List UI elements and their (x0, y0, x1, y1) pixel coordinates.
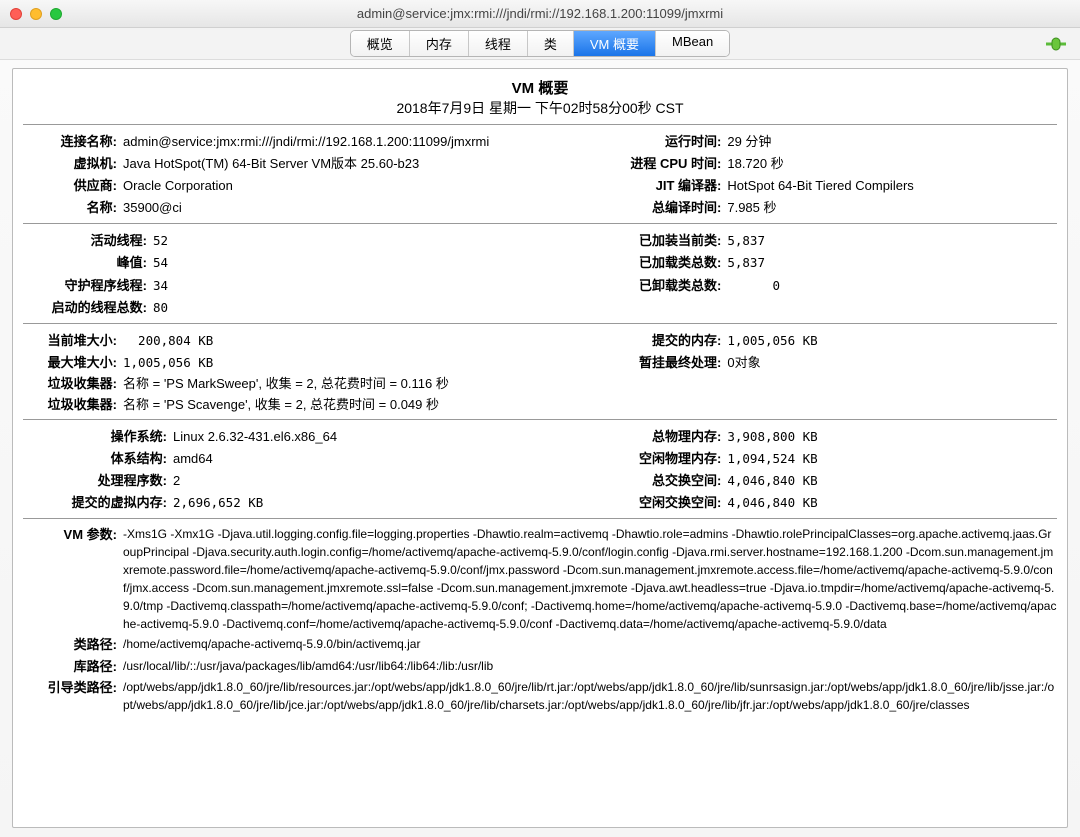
value-peak: 54 (153, 252, 581, 273)
value-swap: 4,046,840 KB (727, 470, 1057, 491)
label-pending-final: 暂挂最终处理: (597, 352, 727, 374)
value-uptime: 29 分钟 (727, 131, 1057, 153)
value-free-phys: 1,094,524 KB (727, 448, 1057, 469)
value-boot-classpath: /opt/webs/app/jdk1.8.0_60/jre/lib/resour… (123, 678, 1057, 714)
value-unloaded: 0 (727, 275, 1057, 296)
label-gc1: 垃圾收集器: (23, 374, 123, 394)
label-heap: 当前堆大小: (23, 330, 123, 352)
value-free-swap: 4,046,840 KB (727, 492, 1057, 513)
page-datetime: 2018年7月9日 星期一 下午02时58分00秒 CST (23, 98, 1057, 118)
window-title: admin@service:jmx:rmi:///jndi/rmi://192.… (0, 6, 1080, 21)
content-panel: VM 概要 2018年7月9日 星期一 下午02时58分00秒 CST 连接名称… (12, 68, 1068, 828)
divider (23, 323, 1057, 324)
label-processors: 处理程序数: (23, 470, 173, 492)
value-os: Linux 2.6.32-431.el6.x86_64 (173, 426, 581, 448)
label-classpath: 类路径: (23, 635, 123, 655)
value-committed-vmem: 2,696,652 KB (173, 492, 581, 513)
value-process-cpu: 18.720 秒 (727, 153, 1057, 175)
value-classpath: /home/activemq/apache-activemq-5.9.0/bin… (123, 635, 1057, 655)
label-vm: 虚拟机: (23, 153, 123, 175)
label-free-swap: 空闲交换空间: (597, 492, 727, 514)
label-compile-time: 总编译时间: (597, 197, 727, 219)
label-free-phys: 空闲物理内存: (597, 448, 727, 470)
label-connection-name: 连接名称: (23, 131, 123, 153)
divider (23, 223, 1057, 224)
value-gc2: 名称 = 'PS Scavenge', 收集 = 2, 总花费时间 = 0.04… (123, 395, 1057, 415)
divider (23, 124, 1057, 125)
value-live-threads: 52 (153, 230, 581, 251)
value-libpath: /usr/local/lib/::/usr/java/packages/lib/… (123, 657, 1057, 677)
tab-group: 概览 内存 线程 类 VM 概要 MBean (350, 30, 730, 57)
label-os: 操作系统: (23, 426, 173, 448)
label-committed-vmem: 提交的虚拟内存: (23, 492, 173, 514)
label-total-started: 启动的线程总数: (23, 297, 153, 319)
tab-overview[interactable]: 概览 (351, 31, 410, 56)
label-committed-mem: 提交的内存: (597, 330, 727, 352)
value-max-heap: 1,005,056 KB (123, 352, 581, 373)
section-memory: 当前堆大小: 200,804 KB 最大堆大小:1,005,056 KB 提交的… (23, 330, 1057, 374)
label-gc2: 垃圾收集器: (23, 395, 123, 415)
label-arch: 体系结构: (23, 448, 173, 470)
value-processors: 2 (173, 470, 581, 492)
page-title: VM 概要 (23, 77, 1057, 98)
value-arch: amd64 (173, 448, 581, 470)
value-compile-time: 7.985 秒 (727, 197, 1057, 219)
label-process-cpu: 进程 CPU 时间: (597, 153, 727, 175)
label-swap: 总交换空间: (597, 470, 727, 492)
value-vm-args: -Xms1G -Xmx1G -Djava.util.logging.config… (123, 525, 1057, 633)
value-loaded-classes: 5,837 (727, 230, 1057, 251)
value-vendor: Oracle Corporation (123, 175, 581, 197)
value-daemon: 34 (153, 275, 581, 296)
tab-classes[interactable]: 类 (528, 31, 574, 56)
label-uptime: 运行时间: (597, 131, 727, 153)
label-loaded-classes: 已加装当前类: (597, 230, 727, 252)
value-gc1: 名称 = 'PS MarkSweep', 收集 = 2, 总花费时间 = 0.1… (123, 374, 1057, 394)
label-max-heap: 最大堆大小: (23, 352, 123, 374)
value-phys-mem: 3,908,800 KB (727, 426, 1057, 447)
connection-status-icon[interactable] (1044, 32, 1068, 56)
label-daemon: 守护程序线程: (23, 275, 153, 297)
value-jit: HotSpot 64-Bit Tiered Compilers (727, 175, 1057, 197)
tab-mbean[interactable]: MBean (656, 31, 729, 56)
divider (23, 419, 1057, 420)
tab-memory[interactable]: 内存 (410, 31, 469, 56)
divider (23, 518, 1057, 519)
value-connection-name: admin@service:jmx:rmi:///jndi/rmi://192.… (123, 131, 581, 153)
section-threads-classes: 活动线程:52 峰值:54 守护程序线程:34 启动的线程总数:80 已加装当前… (23, 230, 1057, 318)
value-pending-final: 0对象 (727, 352, 1057, 374)
label-vm-args: VM 参数: (23, 525, 123, 633)
tab-threads[interactable]: 线程 (469, 31, 528, 56)
label-vendor: 供应商: (23, 175, 123, 197)
value-total-loaded: 5,837 (727, 252, 1057, 273)
label-live-threads: 活动线程: (23, 230, 153, 252)
label-peak: 峰值: (23, 252, 153, 274)
value-heap: 200,804 KB (123, 330, 581, 351)
value-committed-mem: 1,005,056 KB (727, 330, 1057, 351)
value-name: 35900@ci (123, 197, 581, 219)
tab-vm-summary[interactable]: VM 概要 (574, 31, 656, 56)
tabs-bar: 概览 内存 线程 类 VM 概要 MBean (0, 28, 1080, 60)
label-name: 名称: (23, 197, 123, 219)
label-phys-mem: 总物理内存: (597, 426, 727, 448)
label-libpath: 库路径: (23, 657, 123, 677)
label-unloaded: 已卸载类总数: (597, 275, 727, 297)
label-jit: JIT 编译器: (597, 175, 727, 197)
label-boot-classpath: 引导类路径: (23, 678, 123, 714)
value-total-started: 80 (153, 297, 581, 318)
value-vm: Java HotSpot(TM) 64-Bit Server VM版本 25.6… (123, 153, 581, 175)
section-os: 操作系统:Linux 2.6.32-431.el6.x86_64 体系结构:am… (23, 426, 1057, 514)
label-total-loaded: 已加载类总数: (597, 252, 727, 274)
app-window: admin@service:jmx:rmi:///jndi/rmi://192.… (0, 0, 1080, 837)
titlebar: admin@service:jmx:rmi:///jndi/rmi://192.… (0, 0, 1080, 28)
section-connection: 连接名称:admin@service:jmx:rmi:///jndi/rmi:/… (23, 131, 1057, 219)
